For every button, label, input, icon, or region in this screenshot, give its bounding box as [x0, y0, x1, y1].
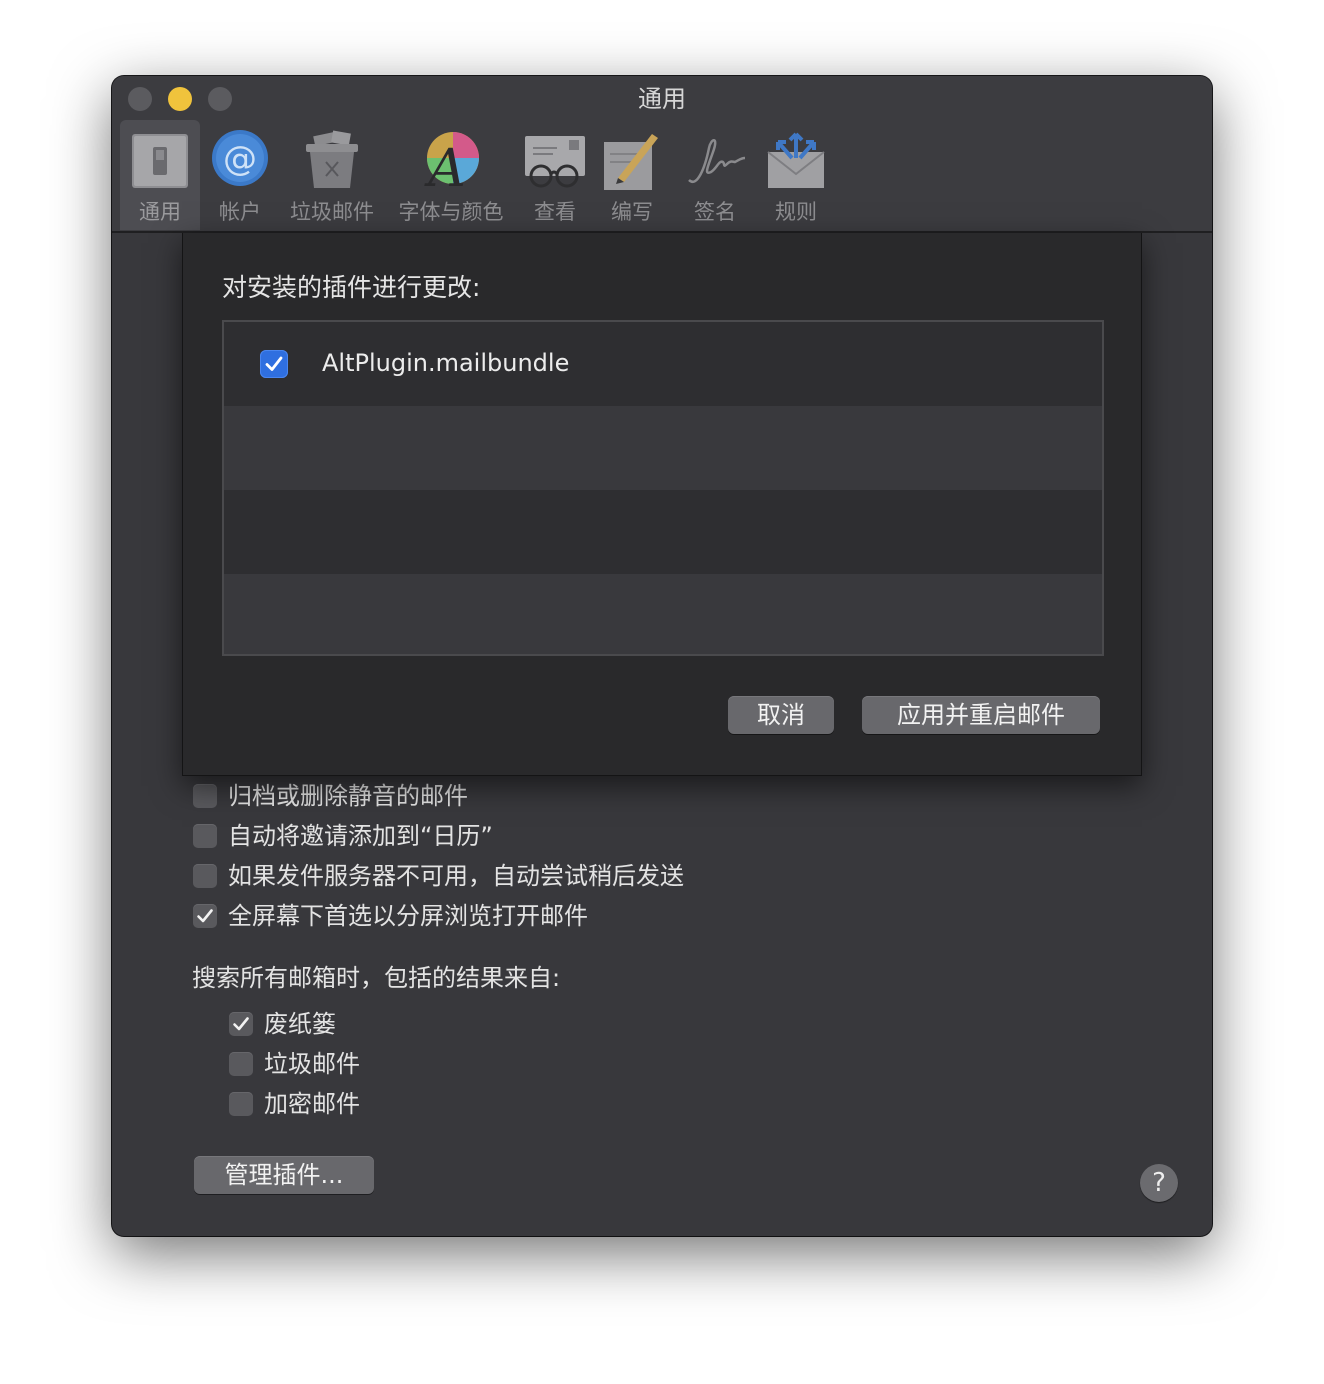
- checkmark-icon: [197, 909, 213, 923]
- tab-general[interactable]: 通用: [120, 120, 200, 230]
- tab-viewing[interactable]: 查看: [518, 120, 592, 230]
- fonts-colors-icon: A: [419, 128, 483, 199]
- plugins-sheet: 对安装的插件进行更改: AltPlugin.mailbundle 取消 应用并重…: [182, 233, 1142, 776]
- signature-icon: [683, 128, 747, 192]
- tab-label: 帐户: [219, 200, 261, 224]
- junk-bin-icon: [300, 128, 364, 192]
- general-switch-icon: [128, 128, 192, 192]
- tab-label: 编写: [611, 200, 653, 224]
- tab-label: 规则: [775, 200, 817, 224]
- split-view-label: 全屏幕下首选以分屏浏览打开邮件: [228, 902, 588, 930]
- preferences-toolbar: 通用 通用 @ 帐户 垃圾邮件 A 字体与颜色 查看 编写 签名 规则: [112, 76, 1212, 233]
- plugin-enable-checkbox[interactable]: [260, 350, 288, 378]
- junk-checkbox[interactable]: [229, 1052, 253, 1076]
- cancel-button[interactable]: 取消: [728, 696, 834, 734]
- junk-label: 垃圾邮件: [264, 1050, 360, 1078]
- checkmark-icon: [265, 356, 283, 371]
- tab-label: 查看: [534, 200, 576, 224]
- split-view-checkbox[interactable]: [193, 904, 217, 928]
- add-invitations-label: 自动将邀请添加到“日历”: [228, 822, 493, 850]
- encrypted-checkbox[interactable]: [229, 1092, 253, 1116]
- viewing-glasses-icon: [523, 128, 587, 192]
- archive-muted-checkbox[interactable]: [193, 784, 217, 808]
- window-title: 通用: [638, 85, 686, 113]
- tab-label: 字体与颜色: [398, 200, 504, 224]
- tab-label: 垃圾邮件: [290, 200, 374, 224]
- rules-envelope-icon: [764, 128, 828, 192]
- tab-accounts[interactable]: @ 帐户: [204, 120, 276, 230]
- empty-row: [224, 490, 1102, 574]
- tab-junk-mail[interactable]: 垃圾邮件: [284, 120, 380, 230]
- empty-row: [224, 406, 1102, 490]
- retry-send-checkbox[interactable]: [193, 864, 217, 888]
- add-invitations-checkbox[interactable]: [193, 824, 217, 848]
- trash-checkbox[interactable]: [229, 1012, 253, 1036]
- apply-restart-button[interactable]: 应用并重启邮件: [862, 696, 1100, 734]
- composing-pencil-icon: [600, 128, 664, 192]
- tab-fonts-colors[interactable]: A 字体与颜色: [392, 120, 510, 230]
- plugin-name: AltPlugin.mailbundle: [322, 349, 570, 377]
- search-results-label: 搜索所有邮箱时，包括的结果来自:: [192, 964, 561, 992]
- sheet-title: 对安装的插件进行更改:: [222, 273, 481, 302]
- retry-send-label: 如果发件服务器不可用，自动尝试稍后发送: [228, 862, 684, 890]
- svg-text:A: A: [424, 139, 466, 192]
- checkmark-icon: [233, 1017, 249, 1031]
- tab-label: 通用: [139, 200, 181, 224]
- tab-signatures[interactable]: 签名: [680, 120, 750, 230]
- encrypted-label: 加密邮件: [264, 1090, 360, 1118]
- plugins-list: AltPlugin.mailbundle: [222, 320, 1104, 656]
- manage-plugins-button[interactable]: 管理插件...: [194, 1156, 374, 1194]
- accounts-at-icon: @: [208, 128, 272, 192]
- preferences-window: 通用 通用 @ 帐户 垃圾邮件 A 字体与颜色 查看 编写 签名 规则 归档或删…: [112, 76, 1212, 1236]
- tab-composing[interactable]: 编写: [600, 120, 664, 230]
- trash-label: 废纸篓: [264, 1010, 336, 1038]
- svg-text:@: @: [223, 139, 257, 179]
- archive-muted-label: 归档或删除静音的邮件: [228, 782, 468, 810]
- tab-rules[interactable]: 规则: [760, 120, 832, 230]
- tab-label: 签名: [694, 200, 736, 224]
- help-button[interactable]: ?: [1140, 1164, 1178, 1202]
- list-item[interactable]: AltPlugin.mailbundle: [224, 322, 1102, 406]
- empty-row: [224, 574, 1102, 654]
